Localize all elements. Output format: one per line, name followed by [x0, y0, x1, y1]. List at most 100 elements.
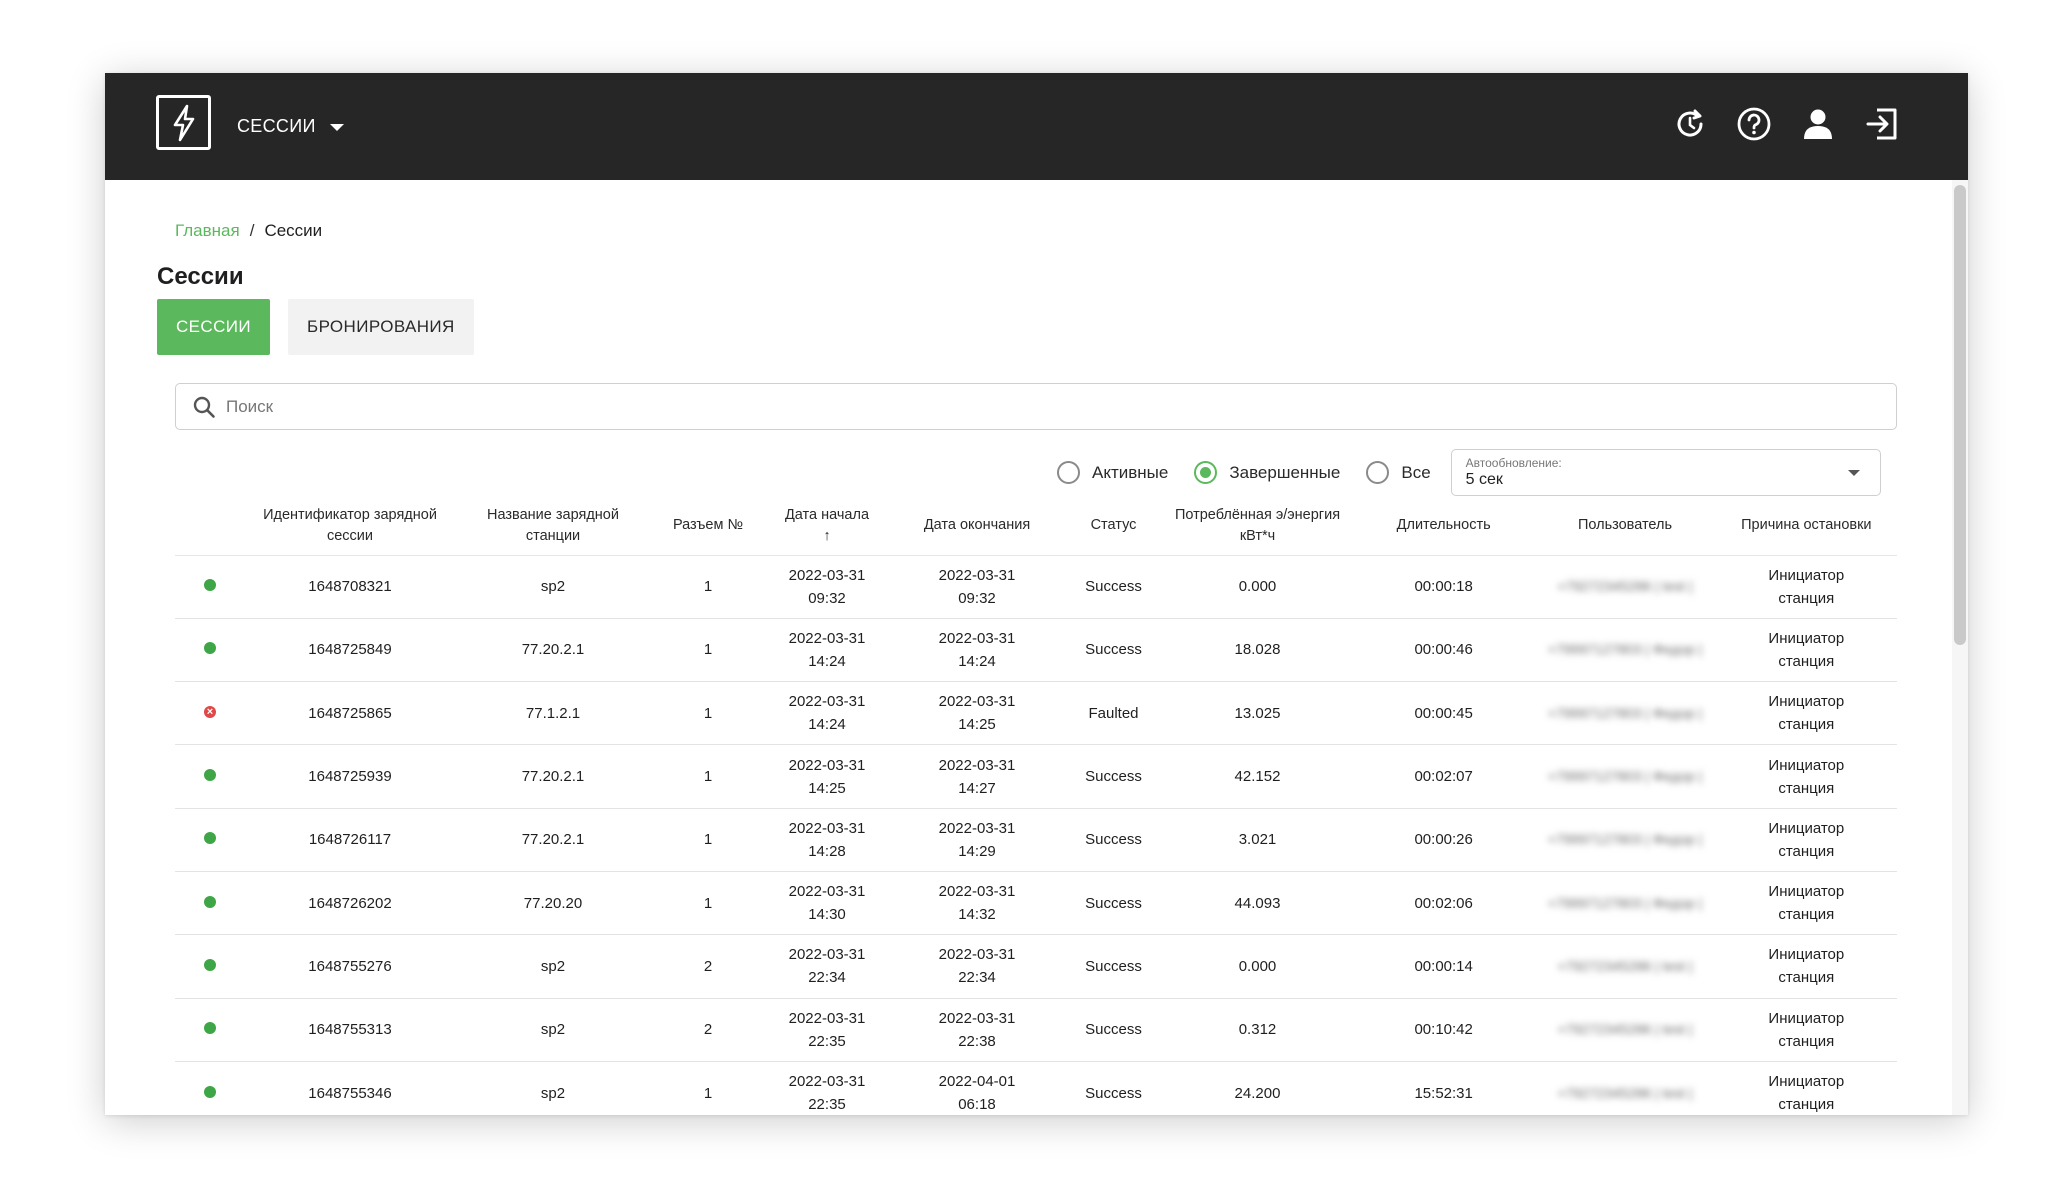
success-status-icon — [204, 1085, 216, 1098]
status-dot-cell — [175, 744, 245, 809]
user-cell[interactable]: +79272345286 | test | — [1534, 1061, 1716, 1115]
sort-ascending-icon: ↑ — [823, 527, 831, 544]
filter-all-label: Все — [1401, 462, 1431, 482]
table-row[interactable]: 1648726202 77.20.20 1 2022-03-31 14:30 2022-0… — [175, 871, 1897, 936]
station-name-cell: sp2 — [455, 934, 651, 999]
logout-icon[interactable] — [1861, 103, 1903, 145]
tabs: СЕССИИ БРОНИРОВАНИЯ — [157, 299, 474, 355]
table-row[interactable]: 1648755346 sp2 1 2022-03-31 22:35 2022-04-01 0… — [175, 1061, 1897, 1115]
user-cell[interactable]: +79272345286 | test | — [1534, 934, 1716, 999]
connector-cell: 1 — [651, 681, 765, 746]
filter-completed-radio[interactable]: Завершенные — [1194, 461, 1340, 484]
user-icon[interactable] — [1797, 103, 1839, 145]
connector-cell: 2 — [651, 934, 765, 999]
header-connector[interactable]: Разъем № — [651, 497, 765, 556]
status-dot-cell — [175, 681, 245, 746]
autoupdate-select[interactable]: Автообновление: 5 сек — [1450, 449, 1881, 496]
user-cell[interactable]: +79272345286 | test | — [1534, 998, 1716, 1062]
breadcrumb-separator: / — [249, 221, 255, 240]
search-box[interactable] — [175, 383, 1897, 430]
duration-cell: 00:02:07 — [1353, 744, 1535, 809]
start-date-cell: 2022-03-31 22:35 — [765, 1061, 889, 1115]
search-input[interactable] — [226, 396, 1826, 417]
end-date-cell: 2022-03-31 14:27 — [889, 744, 1065, 809]
user-cell[interactable]: +79272345286 | test | — [1534, 555, 1716, 619]
lightning-logo-icon[interactable] — [156, 95, 211, 150]
session-id-cell: 1648755346 — [245, 1061, 455, 1115]
sessions-menu-label: СЕССИИ — [237, 115, 316, 136]
autoupdate-label: Автообновление: — [1465, 456, 1562, 470]
start-date-cell: 2022-03-31 14:24 — [765, 681, 889, 746]
tab-sessions[interactable]: СЕССИИ — [157, 299, 271, 355]
scrollbar-thumb[interactable] — [1954, 185, 1966, 645]
help-icon[interactable] — [1733, 103, 1775, 145]
header-stop-reason[interactable]: Причина остановки — [1715, 497, 1897, 556]
success-status-icon — [204, 895, 216, 908]
success-status-icon — [204, 642, 216, 655]
energy-cell: 18.028 — [1162, 618, 1353, 683]
header-station-name[interactable]: Название зарядной станции — [455, 497, 651, 556]
station-name-cell: 77.20.2.1 — [455, 744, 651, 809]
search-icon — [193, 396, 215, 418]
station-name-cell: sp2 — [455, 555, 651, 619]
filter-active-radio[interactable]: Активные — [1057, 461, 1168, 484]
user-redacted-text: +79272345286 | test | — [1557, 1021, 1693, 1038]
header-status[interactable]: Статус — [1065, 497, 1162, 556]
station-name-cell: 77.20.20 — [455, 871, 651, 936]
header-end-date[interactable]: Дата окончания — [889, 497, 1065, 556]
table-row[interactable]: 1648755276 sp2 2 2022-03-31 22:34 2022-03-31 2… — [175, 934, 1897, 999]
status-cell: Faulted — [1065, 681, 1162, 746]
status-cell: Success — [1065, 808, 1162, 872]
chevron-down-icon — [329, 123, 344, 131]
end-date-cell: 2022-03-31 22:38 — [889, 998, 1065, 1062]
table-row[interactable]: 1648708321 sp2 1 2022-03-31 09:32 2022-03-31 0… — [175, 555, 1897, 619]
start-date-cell: 2022-03-31 09:32 — [765, 555, 889, 619]
status-cell: Success — [1065, 998, 1162, 1062]
user-redacted-text: +79997127803 | Федор | — [1547, 704, 1703, 721]
stop-reason-cell: Инициатор станция — [1715, 998, 1897, 1062]
header-energy[interactable]: Потреблённая э/энергия кВт*ч — [1162, 497, 1353, 556]
refresh-clock-icon[interactable] — [1669, 103, 1711, 145]
status-dot-cell — [175, 1061, 245, 1115]
table-row[interactable]: 1648726117 77.20.2.1 1 2022-03-31 14:28 2022-… — [175, 808, 1897, 872]
table-row[interactable]: 1648725939 77.20.2.1 1 2022-03-31 14:25 2022-… — [175, 744, 1897, 809]
connector-cell: 1 — [651, 808, 765, 872]
user-cell[interactable]: +79997127803 | Федор | — [1534, 744, 1716, 809]
table-row[interactable]: 1648755313 sp2 2 2022-03-31 22:35 2022-03-31 2… — [175, 998, 1897, 1062]
status-dot-cell — [175, 934, 245, 999]
user-cell[interactable]: +79997127803 | Федор | — [1534, 808, 1716, 872]
energy-cell: 44.093 — [1162, 871, 1353, 936]
user-cell[interactable]: +79997127803 | Федор | — [1534, 871, 1716, 936]
duration-cell: 15:52:31 — [1353, 1061, 1535, 1115]
stop-reason-cell: Инициатор станция — [1715, 555, 1897, 619]
header-user[interactable]: Пользователь — [1534, 497, 1716, 556]
table-row[interactable]: 1648725849 77.20.2.1 1 2022-03-31 14:24 2022-… — [175, 618, 1897, 683]
tab-bookings[interactable]: БРОНИРОВАНИЯ — [288, 299, 474, 355]
filter-all-radio[interactable]: Все — [1366, 461, 1431, 484]
header-start-date[interactable]: Дата начала ↑ — [765, 497, 889, 556]
stop-reason-cell: Инициатор станция — [1715, 934, 1897, 999]
stop-reason-cell: Инициатор станция — [1715, 808, 1897, 872]
end-date-cell: 2022-03-31 22:34 — [889, 934, 1065, 999]
breadcrumb-home-link[interactable]: Главная — [175, 221, 240, 241]
station-name-cell: 77.20.2.1 — [455, 808, 651, 872]
duration-cell: 00:00:45 — [1353, 681, 1535, 746]
status-dot-cell — [175, 618, 245, 683]
autoupdate-value: 5 сек — [1465, 471, 1503, 488]
duration-cell: 00:00:18 — [1353, 555, 1535, 619]
user-cell[interactable]: +79997127803 | Федор | — [1534, 681, 1716, 746]
app-window: СЕССИИ Главная / Сессии Сессии СЕССИИ БР… — [105, 73, 1968, 1115]
sessions-menu-dropdown[interactable]: СЕССИИ — [237, 111, 344, 141]
user-redacted-text: +79997127803 | Федор | — [1547, 894, 1703, 911]
user-redacted-text: +79997127803 | Федор | — [1547, 768, 1703, 785]
header-duration[interactable]: Длительность — [1353, 497, 1535, 556]
user-cell[interactable]: +79997127803 | Федор | — [1534, 618, 1716, 683]
session-id-cell: 1648725849 — [245, 618, 455, 683]
duration-cell: 00:10:42 — [1353, 998, 1535, 1062]
user-redacted-text: +79272345286 | test | — [1557, 1084, 1693, 1101]
table-row[interactable]: 164872586577.1.2.112022-03-3114:242022-0… — [175, 681, 1897, 746]
sessions-table: Идентификатор зарядной сессии Название з… — [175, 497, 1897, 1115]
end-date-cell: 2022-03-31 14:25 — [889, 681, 1065, 746]
energy-cell: 24.200 — [1162, 1061, 1353, 1115]
header-session-id[interactable]: Идентификатор зарядной сессии — [245, 497, 455, 556]
